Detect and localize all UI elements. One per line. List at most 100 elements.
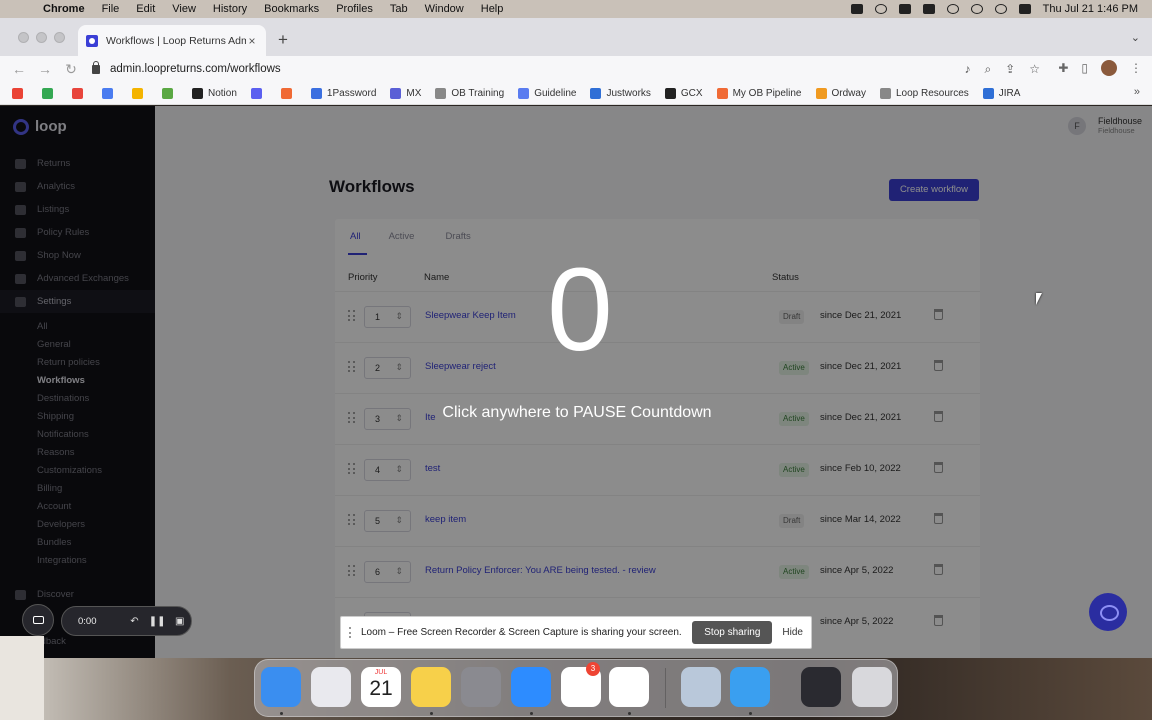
- user-switch-icon[interactable]: [970, 4, 983, 14]
- hide-banner-button[interactable]: Hide: [782, 627, 803, 638]
- trash-icon[interactable]: ▣: [168, 616, 191, 627]
- menu-help[interactable]: Help: [481, 3, 504, 15]
- window-icon[interactable]: [801, 667, 841, 707]
- lock-icon[interactable]: [92, 60, 100, 74]
- address-bar[interactable]: admin.loopreturns.com/workflows ♪ ⌕ ⇪ ☆: [90, 58, 1040, 80]
- share-icon[interactable]: ⇪: [1005, 62, 1015, 77]
- bookmark-label: My OB Pipeline: [732, 87, 802, 99]
- mac-dock: JUL 21: [254, 659, 898, 717]
- control-center-icon[interactable]: [1018, 4, 1031, 14]
- close-window-button[interactable]: [18, 32, 29, 43]
- system-preferences-icon[interactable]: [461, 667, 501, 707]
- screen-share-message: Loom – Free Screen Recorder & Screen Cap…: [361, 627, 682, 638]
- minimize-window-button[interactable]: [36, 32, 47, 43]
- countdown-number[interactable]: 0: [0, 245, 1152, 375]
- loom-camera-button[interactable]: [22, 604, 54, 636]
- recording-dim-overlay[interactable]: [0, 106, 1152, 658]
- launchpad-icon[interactable]: [311, 667, 351, 707]
- app-running-indicator: [530, 712, 533, 715]
- bookmark-label: Loop Resources: [895, 87, 969, 99]
- notes-icon[interactable]: [411, 667, 451, 707]
- menu-bookmarks[interactable]: Bookmarks: [264, 3, 319, 15]
- bookmark-item[interactable]: JIRA: [982, 87, 1020, 99]
- microphone-icon[interactable]: ♪: [964, 62, 970, 77]
- pause-icon[interactable]: ❚❚: [146, 616, 169, 627]
- menu-view[interactable]: View: [172, 3, 196, 15]
- bookmark-favicon-icon: [250, 87, 262, 99]
- bookmark-item[interactable]: MX: [390, 87, 421, 99]
- bookmark-item[interactable]: GCX: [664, 87, 703, 99]
- apple-menu-icon[interactable]: [15, 2, 29, 16]
- bookmark-item[interactable]: [250, 87, 267, 99]
- back-arrow-icon[interactable]: ←: [6, 61, 32, 77]
- menu-window[interactable]: Window: [425, 3, 464, 15]
- trash-icon[interactable]: [852, 667, 892, 707]
- countdown-pause-message[interactable]: Click anywhere to PAUSE Countdown: [0, 404, 1152, 422]
- bookmark-favicon-icon: [815, 87, 827, 99]
- web-page: loop Returns Analytics Listings Policy R…: [0, 106, 1152, 658]
- menu-file[interactable]: File: [102, 3, 120, 15]
- finder-icon[interactable]: [261, 667, 301, 707]
- bookmark-item[interactable]: Notion: [192, 87, 237, 99]
- address-url[interactable]: admin.loopreturns.com/workflows: [110, 63, 281, 75]
- battery-icon[interactable]: [922, 4, 935, 14]
- tab-search-chevron-icon[interactable]: ⌄: [1131, 31, 1140, 44]
- zoom-icon[interactable]: [511, 667, 551, 707]
- bookmark-item[interactable]: OB Training: [435, 87, 504, 99]
- onepassword-status-icon[interactable]: [874, 4, 887, 14]
- menu-app-name[interactable]: Chrome: [43, 3, 85, 15]
- wifi-icon[interactable]: [946, 4, 959, 14]
- zoom-window-button[interactable]: [54, 32, 65, 43]
- new-tab-icon[interactable]: +: [278, 30, 288, 50]
- extensions-puzzle-icon[interactable]: ✚: [1058, 61, 1068, 75]
- bookmark-favicon-icon: [982, 87, 994, 99]
- menu-history[interactable]: History: [213, 3, 247, 15]
- safari-icon[interactable]: [730, 667, 770, 707]
- forward-arrow-icon[interactable]: →: [32, 61, 58, 77]
- bookmark-favicon-icon: [102, 87, 113, 99]
- bookmark-item[interactable]: [162, 87, 178, 99]
- bookmark-item[interactable]: Justworks: [590, 87, 651, 99]
- stop-sharing-button[interactable]: Stop sharing: [692, 621, 773, 644]
- loom-status-icon[interactable]: [850, 4, 863, 14]
- app-running-indicator: [430, 712, 433, 715]
- calendar-icon[interactable]: JUL 21: [361, 667, 401, 707]
- bookmark-item[interactable]: [42, 87, 58, 99]
- bookmark-item[interactable]: [12, 87, 28, 99]
- bookmark-item[interactable]: My OB Pipeline: [716, 87, 802, 99]
- help-chat-button[interactable]: [1089, 593, 1127, 631]
- bookmark-item[interactable]: [132, 87, 148, 99]
- side-panel-icon[interactable]: ▯: [1081, 61, 1088, 75]
- bookmark-item[interactable]: [72, 87, 88, 99]
- browser-tab-active[interactable]: Workflows | Loop Returns Adm ×: [78, 25, 266, 56]
- camera-icon: [32, 616, 44, 624]
- menu-edit[interactable]: Edit: [136, 3, 155, 15]
- undo-icon[interactable]: ↶: [123, 616, 146, 627]
- profile-avatar[interactable]: [1101, 60, 1117, 76]
- vpn-status-icon[interactable]: [898, 4, 911, 14]
- spotlight-search-icon[interactable]: [994, 4, 1007, 14]
- tab-title: Workflows | Loop Returns Adm: [106, 34, 246, 47]
- bookmark-item[interactable]: Guideline: [518, 87, 576, 99]
- browser-tabstrip: Workflows | Loop Returns Adm × + ⌄: [0, 18, 1152, 56]
- chrome-menu-icon[interactable]: ⋮: [1130, 61, 1142, 75]
- zoom-lens-icon[interactable]: ⌕: [984, 62, 991, 77]
- preview-icon[interactable]: [681, 667, 721, 707]
- menubar-clock[interactable]: Thu Jul 21 1:46 PM: [1043, 3, 1138, 15]
- window-controls: [18, 32, 65, 43]
- bookmark-item[interactable]: [102, 87, 118, 99]
- drag-handle-icon[interactable]: [349, 627, 353, 638]
- close-tab-icon[interactable]: ×: [246, 34, 258, 48]
- bookmark-item[interactable]: Ordway: [815, 87, 866, 99]
- bookmark-item[interactable]: [280, 87, 297, 99]
- chrome-icon[interactable]: [609, 667, 649, 707]
- bookmark-item[interactable]: 1Password: [310, 87, 376, 99]
- menu-profiles[interactable]: Profiles: [336, 3, 373, 15]
- more-bookmarks-icon[interactable]: »: [1134, 86, 1140, 98]
- bookmark-star-icon[interactable]: ☆: [1029, 62, 1040, 77]
- menu-tab[interactable]: Tab: [390, 3, 408, 15]
- bookmark-item[interactable]: Loop Resources: [879, 87, 969, 99]
- loop-favicon-icon: [86, 34, 98, 47]
- bookmark-favicon-icon: [590, 87, 602, 99]
- reload-icon[interactable]: ↻: [58, 61, 84, 78]
